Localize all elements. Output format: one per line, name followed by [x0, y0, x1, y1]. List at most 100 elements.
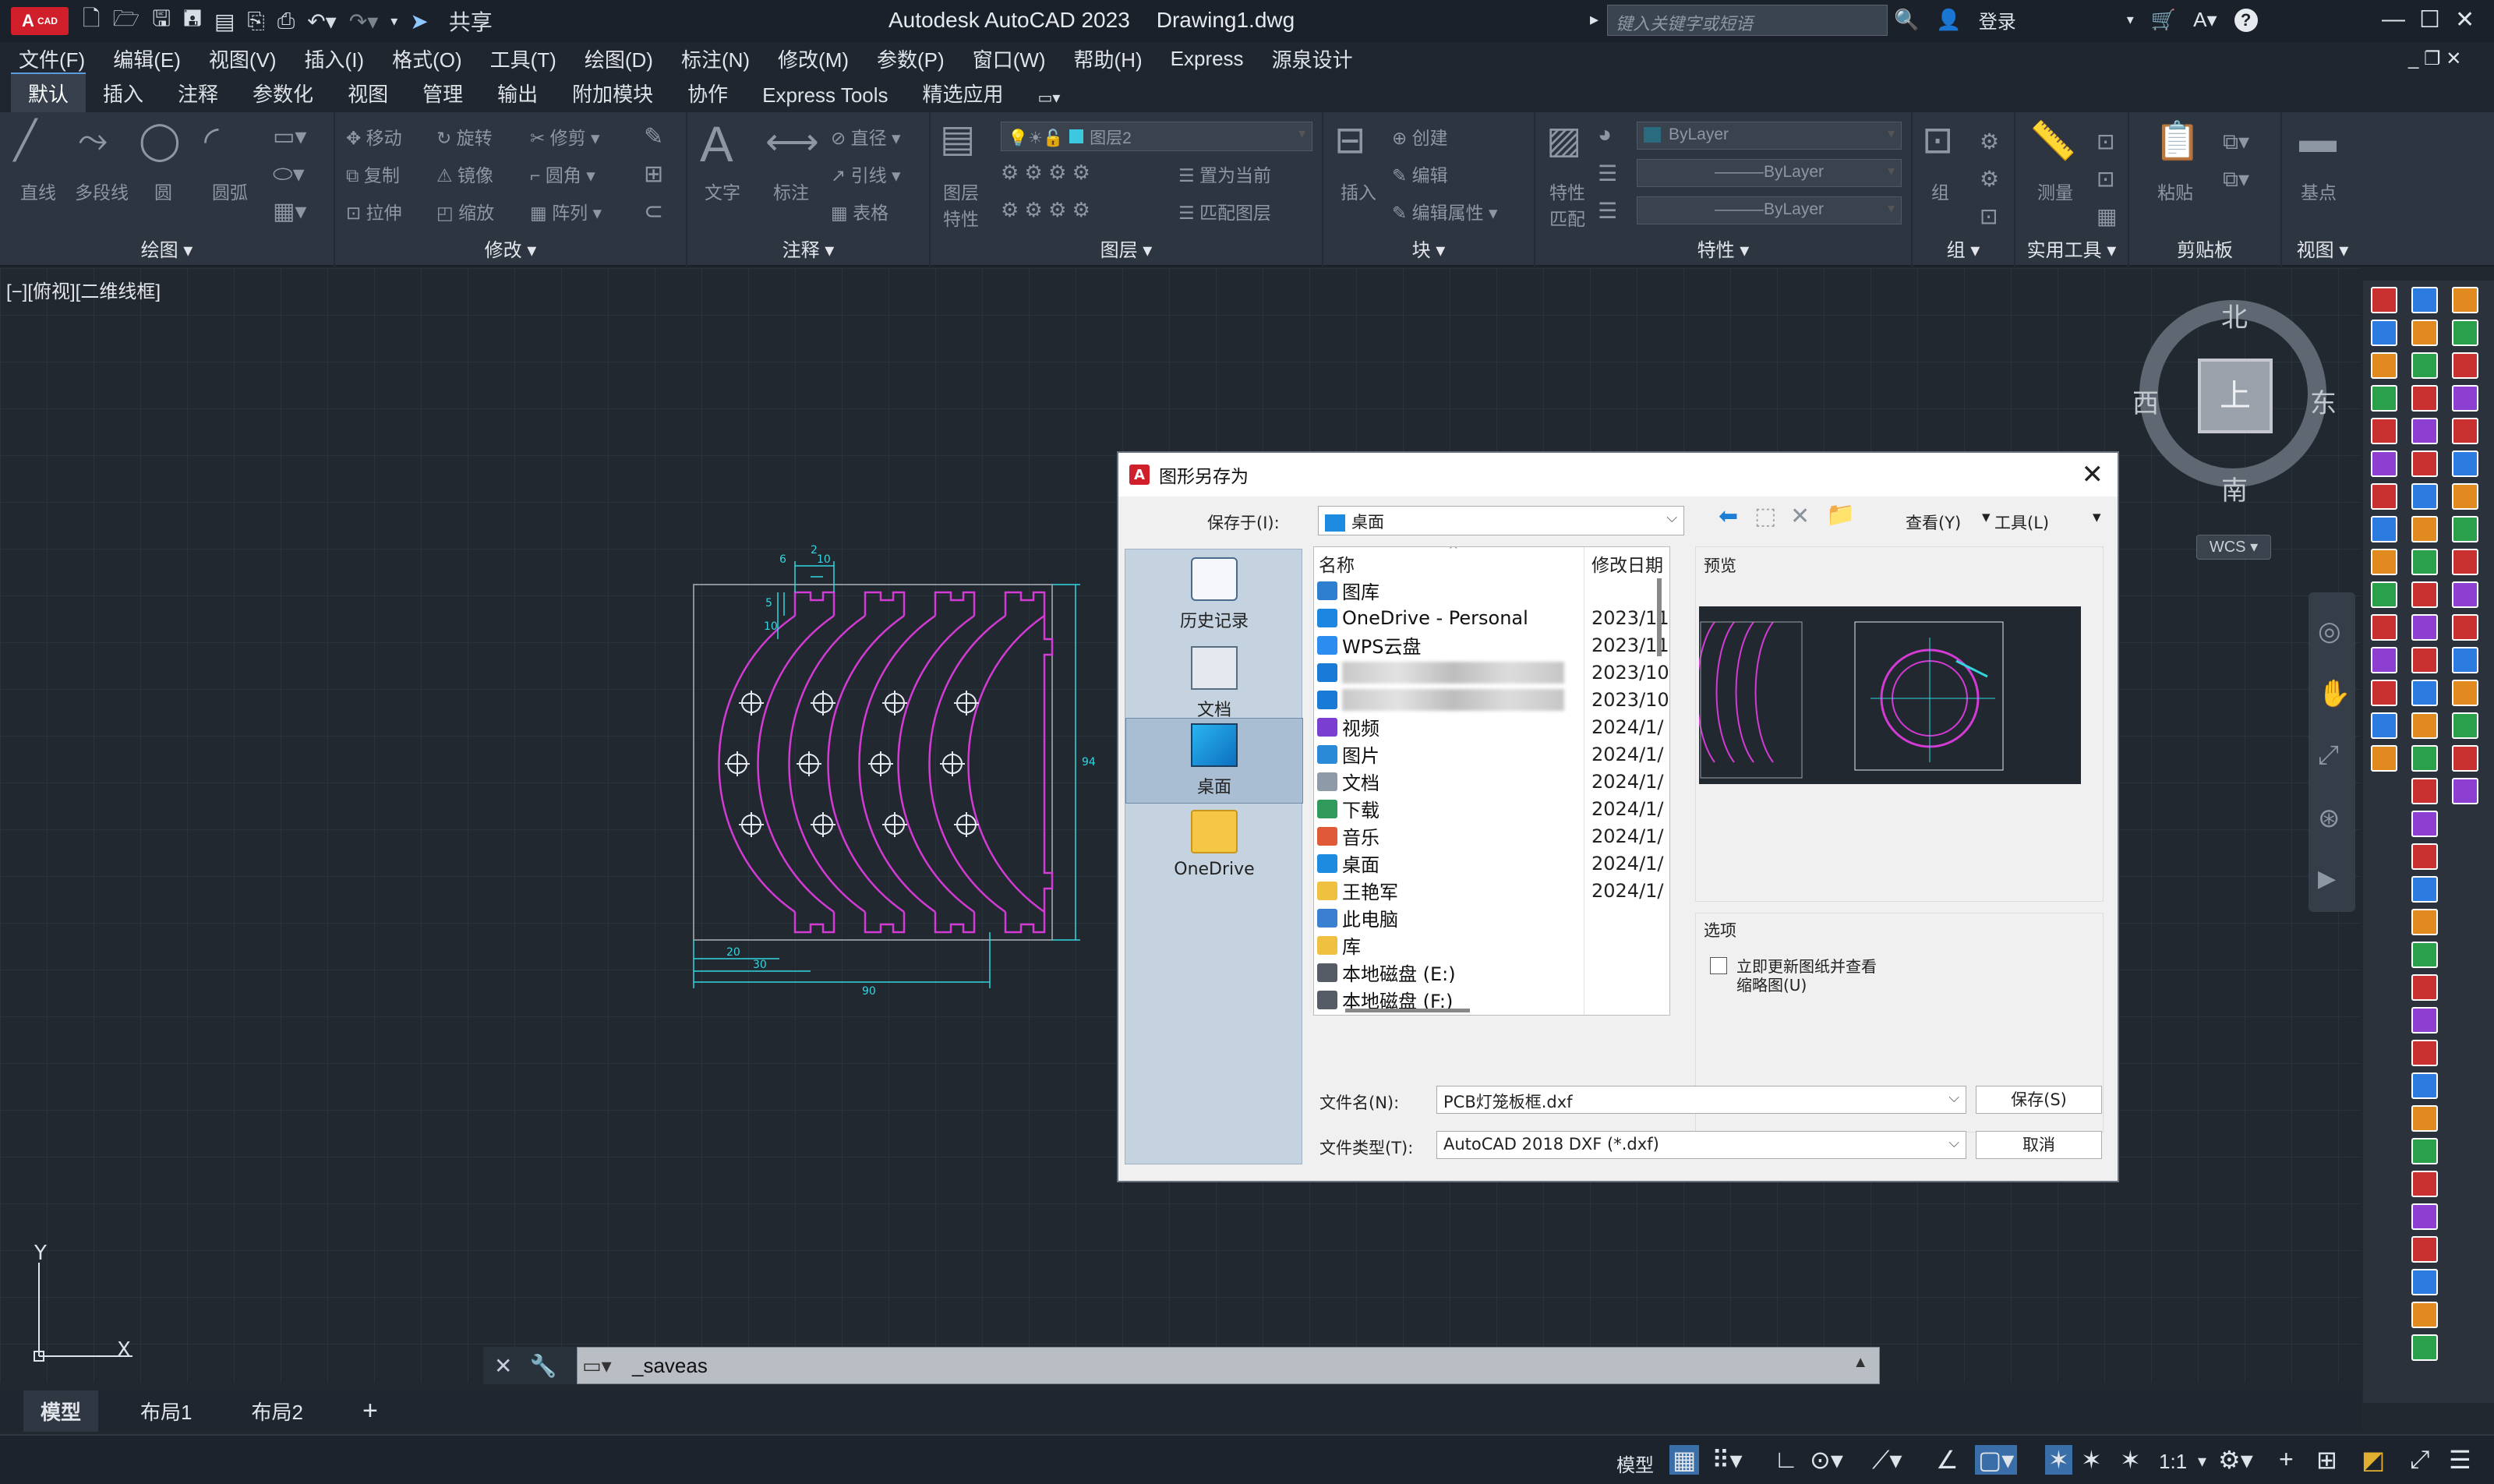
toolbar-tool-icon[interactable]	[2411, 549, 2438, 575]
chevron-down-icon[interactable]: ▾	[2198, 1451, 2206, 1472]
osnap-tracking-icon[interactable]: ⟋▾	[1872, 1445, 1902, 1475]
panel-annotation-label[interactable]: 注释 ▾	[687, 235, 929, 262]
tool-arc[interactable]: 圆弧	[212, 178, 248, 204]
place-documents[interactable]: 文档	[1125, 646, 1303, 721]
toolbar-tool-icon[interactable]	[2452, 483, 2478, 510]
tab-addins[interactable]: 附加模块	[555, 74, 670, 112]
menu-help[interactable]: 帮助(H)	[1074, 44, 1143, 73]
filetype-dropdown[interactable]: AutoCAD 2018 DXF (*.dxf) ⌵	[1436, 1131, 1966, 1159]
open-file-icon[interactable]: 🗁	[113, 2, 140, 40]
search-icon[interactable]: 🔍	[1894, 8, 1919, 32]
toolbar-tool-icon[interactable]	[2411, 614, 2438, 641]
redo-icon[interactable]: ↷▾	[349, 9, 379, 34]
hardware-accel-icon[interactable]: ◩	[2362, 1445, 2385, 1475]
toolbar-tool-icon[interactable]	[2411, 1105, 2438, 1132]
panel-draw-label[interactable]: 绘图 ▾	[0, 235, 334, 262]
arc-icon[interactable]: ◜	[204, 118, 219, 162]
fullscreen-icon[interactable]: ⤢	[2410, 1445, 2430, 1475]
group-icon[interactable]: ⊡	[1922, 118, 1953, 162]
toolbar-tool-icon[interactable]	[2371, 680, 2397, 706]
object-snap-icon[interactable]: ▢▾	[1975, 1445, 2018, 1475]
plot-preview-icon[interactable]: ▤	[214, 9, 235, 34]
scale-dropdown[interactable]: 1:1	[2159, 1450, 2187, 1474]
match-properties-icon[interactable]: ▨	[1546, 118, 1581, 162]
toolbar-tool-icon[interactable]	[2411, 876, 2438, 903]
tab-layout1[interactable]: 布局1	[123, 1390, 209, 1432]
toolbar-tool-icon[interactable]	[2371, 352, 2397, 379]
menu-draw[interactable]: 绘图(D)	[585, 44, 653, 73]
tool-stretch[interactable]: ⊡ 拉伸	[346, 198, 402, 224]
toolbar-tool-icon[interactable]	[2371, 745, 2397, 772]
filename-input[interactable]: PCB灯笼板框.dxf ⌵	[1436, 1086, 1966, 1114]
tab-manage[interactable]: 管理	[405, 74, 480, 112]
col-name-header[interactable]: 名称	[1319, 550, 1355, 577]
chevron-down-icon[interactable]: ▾	[2093, 507, 2101, 526]
toolbar-tool-icon[interactable]	[2452, 418, 2478, 444]
file-row[interactable]: 王艳军 2024/1/	[1317, 877, 1668, 904]
menu-parametric[interactable]: 参数(P)	[877, 44, 945, 73]
menu-view[interactable]: 视图(V)	[209, 44, 277, 73]
toolbar-tool-icon[interactable]	[2411, 942, 2438, 968]
publish-icon[interactable]: ⎘	[247, 9, 264, 34]
file-row[interactable]: 本地磁盘 (E:)	[1317, 959, 1668, 986]
viewport-controls[interactable]: [−][俯视][二维线框]	[6, 276, 161, 303]
rectangle-icon[interactable]: ▭▾	[273, 123, 306, 150]
tab-collaborate[interactable]: 协作	[670, 74, 745, 112]
help-icon[interactable]: ?	[2234, 8, 2258, 32]
toolbar-tool-icon[interactable]	[2452, 385, 2478, 412]
compass-west[interactable]: 西	[2132, 382, 2159, 420]
dimension-icon[interactable]: ⟷	[765, 120, 819, 164]
layer-dropdown[interactable]: 💡☀🔓 图层2 ▾	[1001, 122, 1312, 151]
menu-window[interactable]: 窗口(W)	[973, 44, 1046, 73]
grid-icon[interactable]: ▦	[1669, 1445, 1700, 1475]
gear-icon[interactable]: ⚙▾	[2218, 1445, 2253, 1475]
undo-icon[interactable]: ↶▾	[307, 9, 337, 34]
save-button[interactable]: 保存(S)	[1976, 1086, 2102, 1114]
snap-icon[interactable]: ⠿▾	[1712, 1445, 1743, 1475]
toolbar-tool-icon[interactable]	[2411, 1203, 2438, 1230]
file-row[interactable]: 图库	[1317, 577, 1668, 604]
command-prompt-icon[interactable]: ▭▾	[582, 1354, 612, 1378]
compass-south[interactable]: 南	[2221, 469, 2248, 507]
toolbar-tool-icon[interactable]	[2452, 549, 2478, 575]
login-label[interactable]: 登录	[1979, 6, 2016, 34]
tool-base-point[interactable]: 基点	[2301, 178, 2337, 204]
tool-circle[interactable]: 圆	[154, 178, 172, 204]
tab-express-tools[interactable]: Express Tools	[745, 79, 905, 112]
file-row[interactable]: 此电脑	[1317, 904, 1668, 931]
close-icon[interactable]: ✕	[2455, 6, 2475, 34]
layer-tools-row2-icon[interactable]: ⚙ ⚙ ⚙ ⚙	[1001, 198, 1090, 222]
tool-group[interactable]: 组	[1931, 178, 1949, 204]
tools-menu[interactable]: 工具(L)	[1994, 511, 2049, 534]
chevron-down-icon[interactable]: ▾	[1982, 507, 1991, 526]
toolbar-tool-icon[interactable]	[2452, 450, 2478, 477]
command-history-icon[interactable]: ▲	[1853, 1354, 1868, 1372]
file-row[interactable]: 下载 2024/1/	[1317, 795, 1668, 822]
toolbar-tool-icon[interactable]	[2452, 778, 2478, 804]
toolbar-tool-icon[interactable]	[2411, 1171, 2438, 1197]
toolbar-tool-icon[interactable]	[2411, 1269, 2438, 1295]
toolbar-tool-icon[interactable]	[2411, 320, 2438, 346]
toolbar-tool-icon[interactable]	[2411, 352, 2438, 379]
tool-move[interactable]: ✥ 移动	[346, 123, 402, 150]
tab-model[interactable]: 模型	[23, 1390, 99, 1432]
tool-array[interactable]: ▦ 阵列 ▾	[530, 198, 602, 224]
update-thumbnail-checkbox[interactable]	[1710, 957, 1727, 974]
toolbar-tool-icon[interactable]	[2411, 483, 2438, 510]
delete-icon[interactable]: ✕	[1790, 503, 1810, 530]
ortho-icon[interactable]: ∟	[1774, 1445, 1798, 1474]
explode-icon[interactable]: ⊞	[644, 161, 663, 188]
menu-tools[interactable]: 工具(T)	[490, 44, 556, 73]
view-cube[interactable]: 上 北 南 东 西	[2132, 296, 2337, 561]
toolbar-tool-icon[interactable]	[2411, 909, 2438, 935]
toolbar-tool-icon[interactable]	[2411, 581, 2438, 608]
toolbar-tool-icon[interactable]	[2371, 418, 2397, 444]
place-desktop[interactable]: 桌面	[1125, 718, 1303, 804]
save-icon[interactable]: 🖫	[152, 2, 171, 40]
lineweight-dropdown[interactable]: ———ByLayer ▾	[1637, 196, 1902, 224]
tool-text[interactable]: 文字	[705, 178, 740, 204]
annotation-visibility-icon[interactable]: ✶	[2045, 1445, 2072, 1475]
menu-yuanquan[interactable]: 源泉设计	[1272, 44, 1353, 73]
clipboard-tools-icon[interactable]: ⧉▾ ⧉▾	[2223, 123, 2270, 198]
menu-dimension[interactable]: 标注(N)	[681, 44, 750, 73]
